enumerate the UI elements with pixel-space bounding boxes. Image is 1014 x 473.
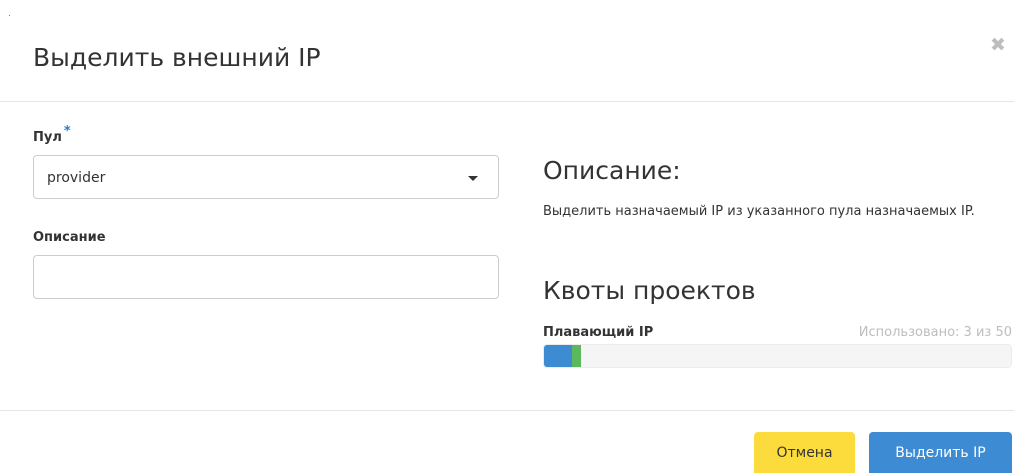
pool-select-value: provider: [47, 170, 106, 186]
quotas-heading: Квоты проектов: [543, 276, 756, 305]
description-label: Описание: [33, 230, 106, 245]
pool-label: Пул *: [33, 124, 71, 147]
pool-select[interactable]: provider: [33, 155, 499, 199]
description-input[interactable]: [33, 255, 499, 299]
quota-label: Плавающий IP: [543, 325, 654, 340]
modal-title: Выделить внешний IP: [33, 43, 321, 72]
help-text: Выделить назначаемый IP из указанного пу…: [543, 204, 975, 219]
quota-progress-new: [572, 345, 581, 367]
chevron-down-icon: [468, 176, 478, 181]
help-heading: Описание:: [543, 156, 681, 185]
quota-progress-used: [544, 345, 572, 367]
pool-label-text: Пул: [33, 130, 62, 145]
modal-header: Выделить внешний IP ✖: [0, 0, 1014, 102]
footer-divider: [0, 410, 1014, 411]
quota-usage: Использовано: 3 из 50: [858, 325, 1012, 340]
required-marker: *: [63, 124, 71, 139]
cancel-button[interactable]: Отмена: [754, 432, 855, 473]
quota-progress-bar: [543, 344, 1012, 368]
close-icon[interactable]: ✖: [990, 35, 1006, 55]
allocate-ip-button[interactable]: Выделить IP: [869, 432, 1012, 473]
